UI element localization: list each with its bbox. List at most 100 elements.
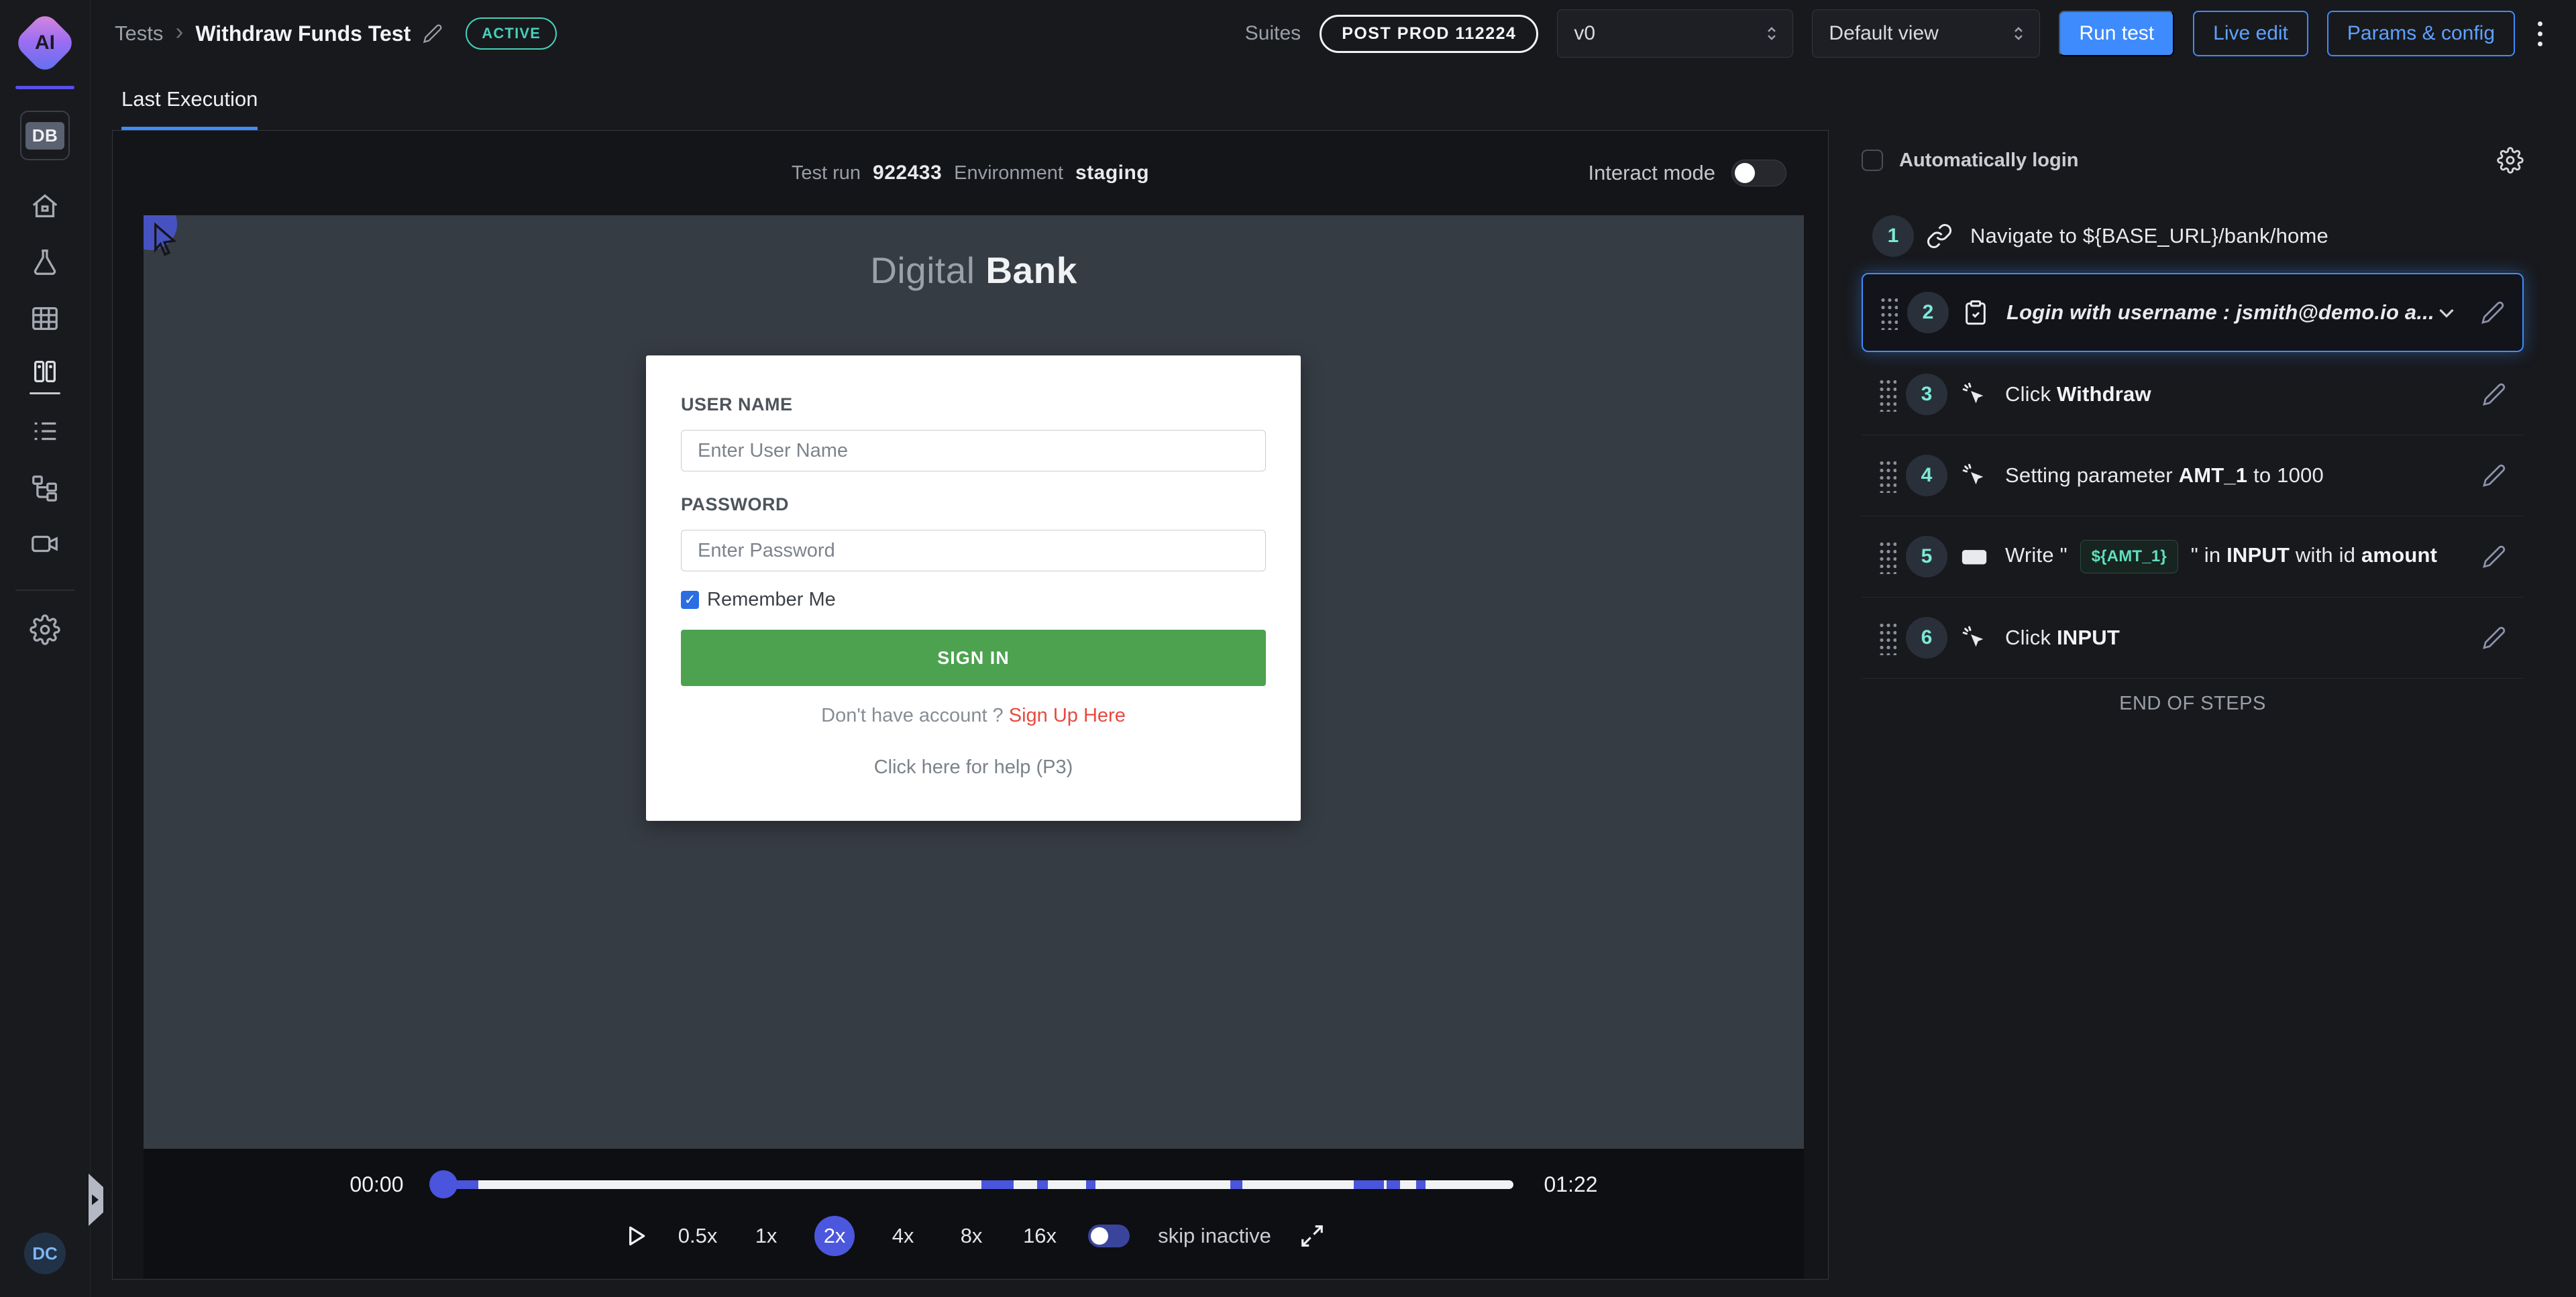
step-row-5[interactable]: 5 Write " ${AMT_1} " in INPUT with id am… — [1862, 516, 2524, 598]
step-text: Click Withdraw — [2005, 382, 2151, 406]
tab-last-execution[interactable]: Last Execution — [121, 87, 258, 130]
run-test-button[interactable]: Run test — [2059, 11, 2174, 56]
cursor-click-icon — [1961, 381, 1988, 408]
video-camera-icon — [30, 528, 60, 559]
fullscreen-button[interactable] — [1299, 1223, 1325, 1249]
step-text: Login with username : jsmith@demo.io a..… — [2006, 300, 2434, 325]
overflow-menu-button[interactable] — [2534, 17, 2546, 50]
remember-me-checkbox: ✓ — [681, 591, 699, 609]
sidebar-divider — [15, 589, 74, 591]
gear-icon — [30, 614, 60, 645]
timeline-segment — [981, 1180, 1014, 1189]
remember-me-label: Remember Me — [707, 589, 836, 611]
table-icon — [30, 303, 60, 334]
play-button[interactable] — [623, 1223, 649, 1249]
test-run-video[interactable]: Digital Bank USER NAME PASSWORD ✓ Rememb… — [144, 215, 1804, 1149]
step-number: 1 — [1872, 215, 1914, 257]
version-select[interactable]: v0 — [1557, 9, 1793, 58]
sidebar-item-tests[interactable] — [0, 234, 91, 290]
timeline-segment — [1086, 1180, 1095, 1189]
speed-0.5x[interactable]: 0.5x — [678, 1216, 718, 1256]
up-down-chevrons-icon — [2008, 23, 2029, 44]
step-row-2-selected[interactable]: 2 Login with username : jsmith@demo.io a… — [1862, 273, 2524, 352]
breadcrumb-tests-link[interactable]: Tests — [115, 21, 163, 46]
steps-settings-button[interactable] — [2497, 147, 2524, 174]
sidebar-item-test-editor[interactable] — [0, 347, 91, 403]
interact-mode-label: Interact mode — [1588, 161, 1715, 185]
home-icon — [30, 190, 60, 221]
speed-2x[interactable]: 2x — [814, 1216, 855, 1256]
workspace-switcher[interactable]: DB — [20, 111, 70, 160]
sidebar-item-suites-tree[interactable] — [0, 459, 91, 516]
drag-handle[interactable] — [1879, 295, 1898, 330]
skip-inactive-toggle[interactable] — [1088, 1225, 1130, 1247]
interact-mode: Interact mode — [1588, 131, 1786, 215]
player-controls: 0.5x 1x 2x 4x 8x 16x skip inactive — [144, 1216, 1804, 1256]
steps-list: 1 Navigate to ${BASE_URL}/bank/home 2 Lo… — [1862, 201, 2524, 728]
sidebar-item-recordings[interactable] — [0, 516, 91, 572]
expand-step-button[interactable] — [2434, 300, 2459, 325]
edit-step-button[interactable] — [2482, 626, 2506, 650]
drag-handle[interactable] — [1878, 539, 1896, 574]
suites-label: Suites — [1245, 22, 1301, 45]
drag-handle[interactable] — [1878, 458, 1896, 493]
environment-value: staging — [1075, 162, 1149, 184]
link-icon — [1926, 223, 1953, 249]
sidebar-item-home[interactable] — [0, 178, 91, 234]
edit-step-button[interactable] — [2482, 382, 2506, 406]
speed-1x[interactable]: 1x — [746, 1216, 786, 1256]
password-label: PASSWORD — [681, 494, 1266, 515]
step-row-3[interactable]: 3 Click Withdraw — [1862, 354, 2524, 435]
step-row-4[interactable]: 4 Setting parameter AMT_1 to 1000 — [1862, 435, 2524, 516]
step-number: 6 — [1906, 617, 1947, 659]
step-row-1[interactable]: 1 Navigate to ${BASE_URL}/bank/home — [1862, 201, 2524, 271]
sidebar-item-runs-list[interactable] — [0, 403, 91, 459]
edit-step-button[interactable] — [2481, 300, 2505, 325]
edit-title-button[interactable] — [423, 23, 443, 44]
step-number: 2 — [1907, 292, 1949, 333]
timeline-track[interactable] — [435, 1180, 1513, 1189]
breadcrumb-separator: › — [175, 19, 183, 44]
auto-login-checkbox[interactable] — [1862, 150, 1883, 171]
toggle-knob — [1735, 163, 1755, 183]
step-number: 5 — [1906, 536, 1947, 577]
speed-16x[interactable]: 16x — [1020, 1216, 1060, 1256]
toggle-knob — [1091, 1227, 1108, 1245]
flask-icon — [30, 247, 60, 278]
drag-handle[interactable] — [1878, 377, 1896, 412]
help-link: Click here for help (P3) — [681, 756, 1266, 779]
cursor-click-icon — [1961, 624, 1988, 651]
timeline-segment — [1387, 1180, 1399, 1189]
drag-handle[interactable] — [1878, 620, 1896, 655]
sidebar: AI DB DC — [0, 0, 91, 1297]
signup-link: Sign Up Here — [1009, 705, 1126, 726]
params-config-button[interactable]: Params & config — [2327, 11, 2515, 56]
live-edit-button[interactable]: Live edit — [2193, 11, 2308, 56]
keyboard-icon — [1961, 543, 1988, 570]
speed-8x[interactable]: 8x — [951, 1216, 991, 1256]
view-select[interactable]: Default view — [1812, 9, 2040, 58]
timeline-row: 00:00 01:22 — [144, 1172, 1804, 1197]
login-card: USER NAME PASSWORD ✓ Remember Me SIGN IN… — [646, 355, 1301, 821]
gear-icon — [2497, 147, 2524, 174]
suite-badge[interactable]: POST PROD 112224 — [1320, 15, 1538, 53]
workspace-badge: DB — [25, 122, 65, 150]
edit-step-button[interactable] — [2482, 545, 2506, 569]
current-time: 00:00 — [334, 1172, 404, 1197]
breadcrumb: Tests › Withdraw Funds Test ACTIVE — [115, 17, 557, 50]
app-logo-icon[interactable]: AI — [13, 11, 77, 75]
cursor-click-icon — [1961, 462, 1988, 489]
video-player-bar: 00:00 01:22 0.5x 1x 2x 4x 8x 16x skip in… — [144, 1149, 1804, 1279]
sidebar-item-data-tables[interactable] — [0, 290, 91, 347]
sidebar-item-settings[interactable] — [0, 602, 91, 658]
interact-mode-toggle[interactable] — [1731, 160, 1786, 186]
user-avatar[interactable]: DC — [24, 1233, 66, 1274]
pencil-icon — [2481, 300, 2505, 325]
speed-4x[interactable]: 4x — [883, 1216, 923, 1256]
version-select-value: v0 — [1574, 22, 1595, 45]
step-row-6[interactable]: 6 Click INPUT — [1862, 598, 2524, 679]
run-id: 922433 — [873, 162, 942, 184]
step-text: Write " ${AMT_1} " in INPUT with id amou… — [2005, 540, 2437, 573]
edit-step-button[interactable] — [2482, 463, 2506, 488]
sidebar-collapse-handle[interactable] — [89, 1174, 103, 1226]
